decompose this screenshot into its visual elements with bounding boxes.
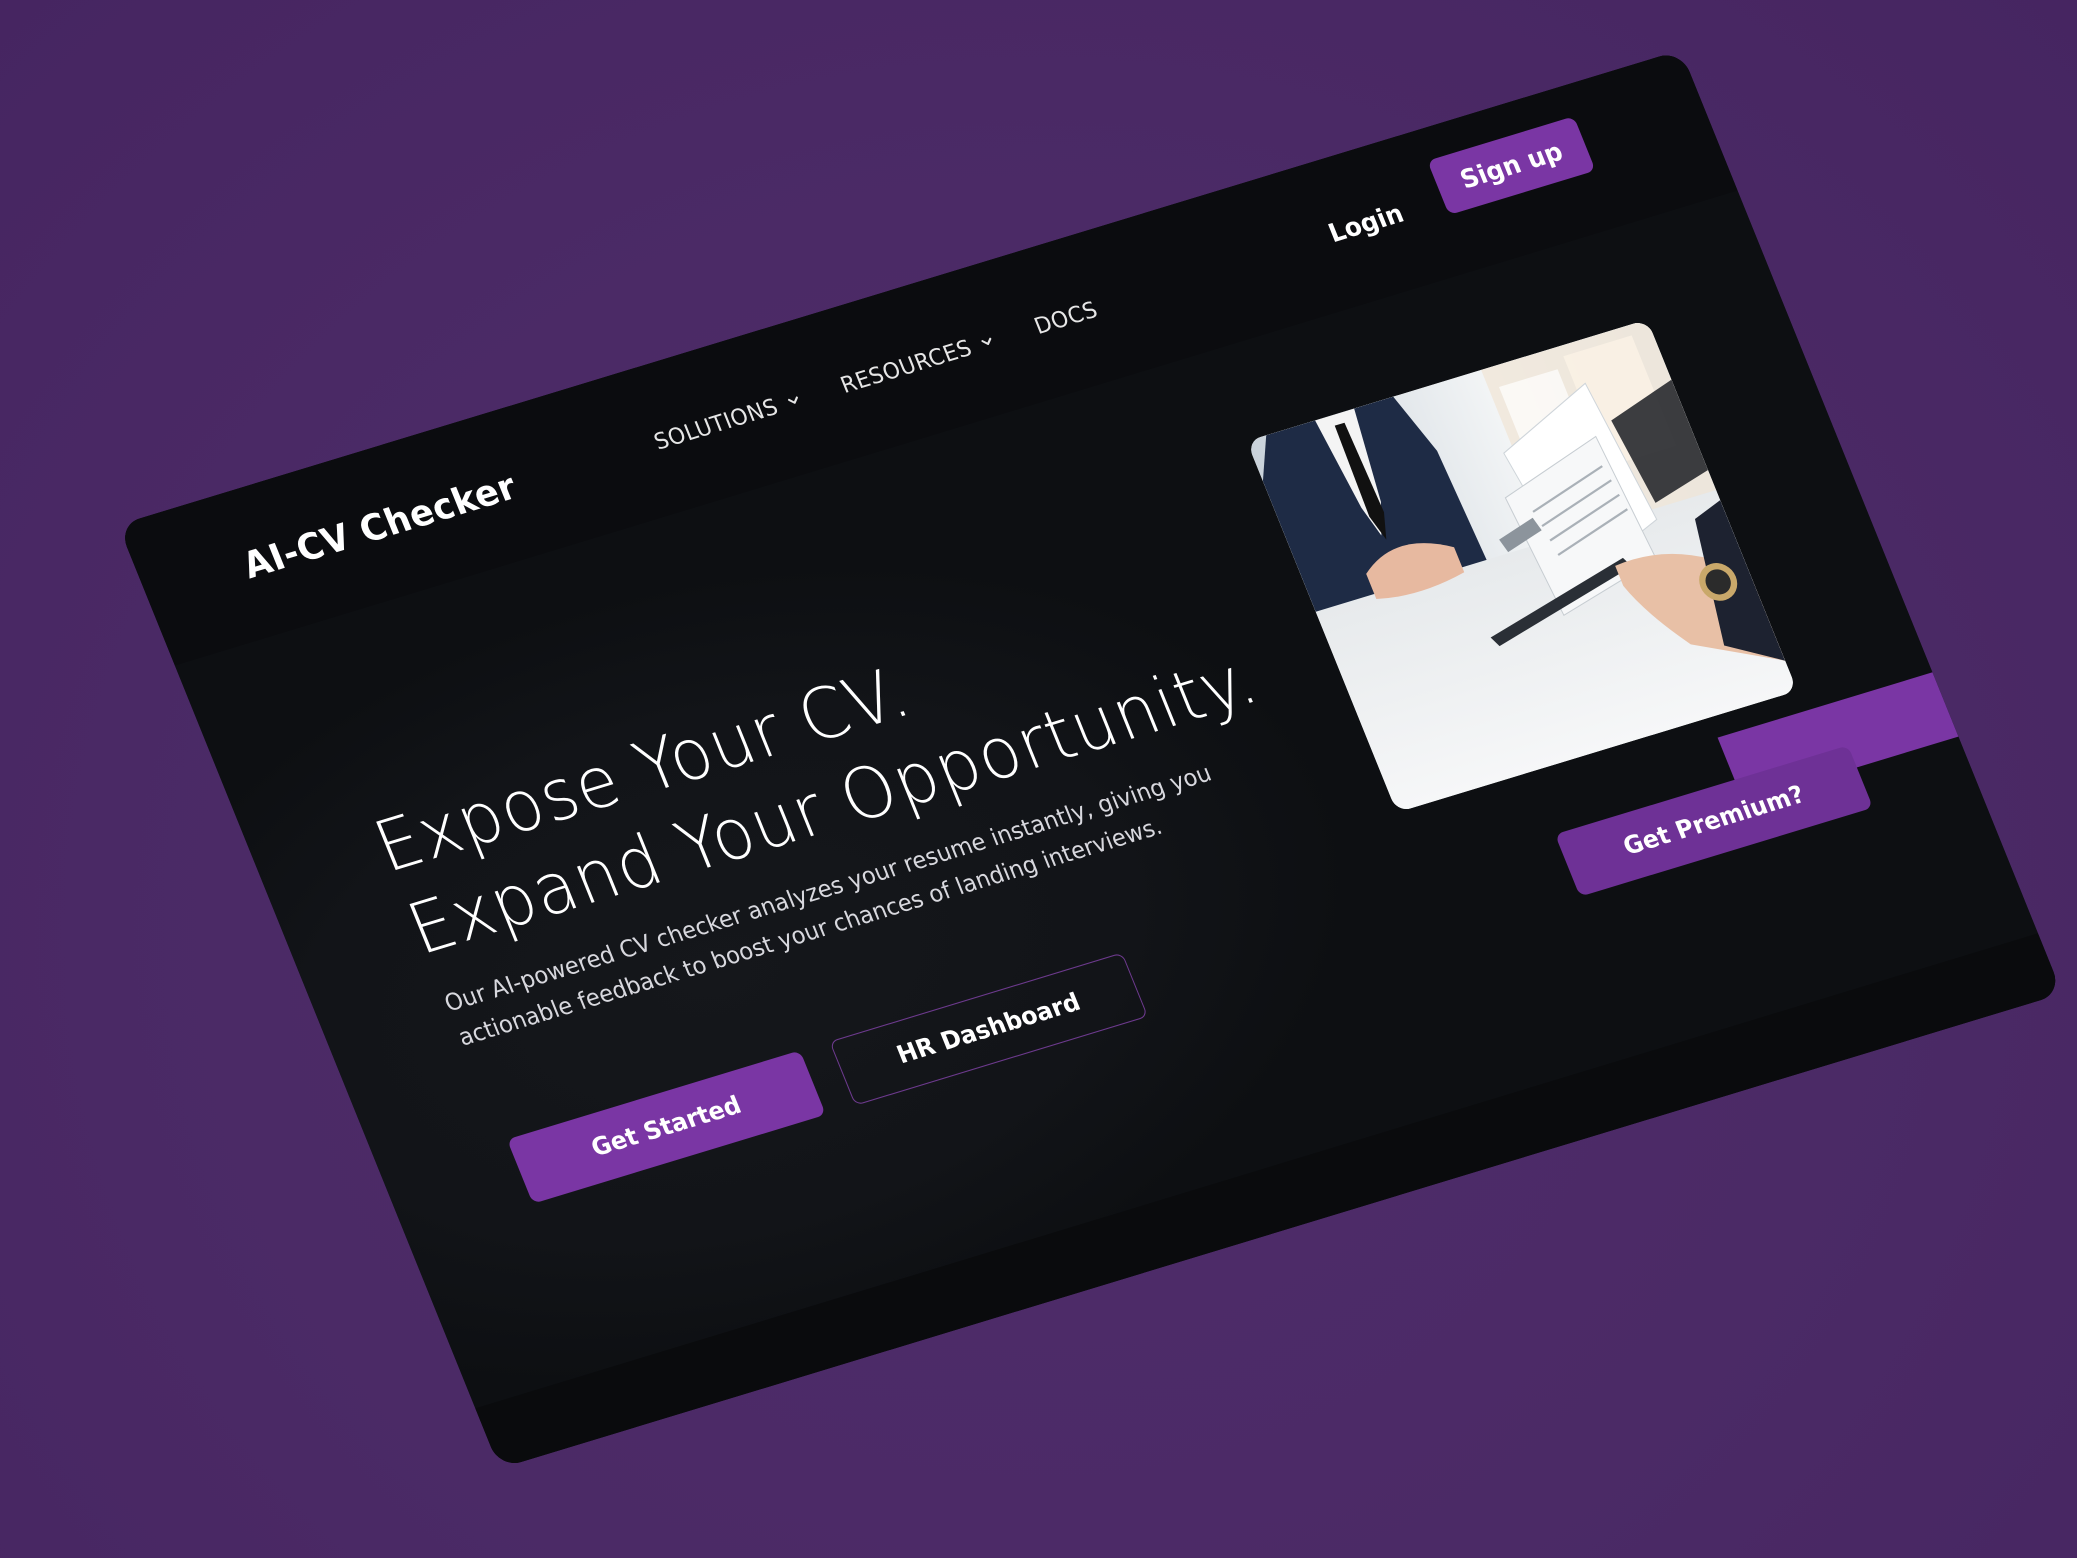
signup-button[interactable]: Sign up <box>1427 116 1596 216</box>
website-screen: AI-CV Checker SOLUTIONS RESOURCES DOCS L… <box>118 49 2063 1469</box>
brand-logo[interactable]: AI-CV Checker <box>237 465 523 587</box>
backdrop: AI-CV Checker SOLUTIONS RESOURCES DOCS L… <box>0 0 2077 1558</box>
chevron-down-icon <box>981 337 992 345</box>
nav-item-label: DOCS <box>1030 296 1102 340</box>
nav-item-label: SOLUTIONS <box>650 393 783 455</box>
login-link[interactable]: Login <box>1324 198 1408 248</box>
nav-item-docs[interactable]: DOCS <box>1031 297 1102 340</box>
nav-item-resources[interactable]: RESOURCES <box>836 328 1000 399</box>
nav-item-solutions[interactable]: SOLUTIONS <box>650 387 805 455</box>
chevron-down-icon <box>788 396 798 404</box>
nav-item-label: RESOURCES <box>836 334 976 399</box>
